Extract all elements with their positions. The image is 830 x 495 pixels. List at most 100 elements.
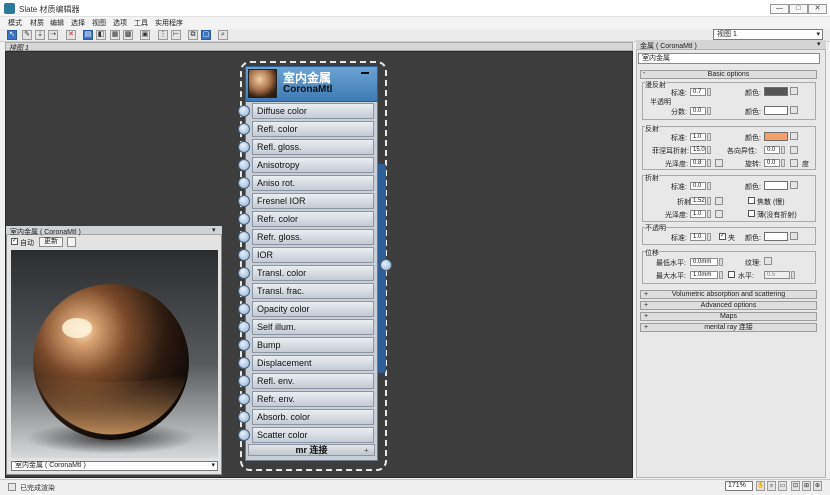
input-port[interactable] xyxy=(238,195,250,207)
menu-tools[interactable]: 工具 xyxy=(134,18,148,28)
preview-material-select[interactable]: 室内金属 ( CoronaMtl ) ▾ xyxy=(11,461,218,471)
diffuse-color-swatch[interactable] xyxy=(764,87,788,96)
fresnel-input[interactable]: 15.0 xyxy=(690,146,706,154)
spinner[interactable] xyxy=(707,159,711,167)
diffuse-level-input[interactable]: 0.7 xyxy=(690,88,706,96)
show-map-icon[interactable]: ▦ xyxy=(110,30,120,40)
slot-diffuse-color[interactable]: Diffuse color xyxy=(252,103,374,119)
hide-unused-icon[interactable]: ◧ xyxy=(96,30,106,40)
max-level-input[interactable]: 1.0mm xyxy=(690,271,718,279)
rotation-input[interactable]: 0.0 xyxy=(764,159,780,167)
rollout-maps[interactable]: + Maps xyxy=(640,312,817,321)
spinner[interactable] xyxy=(707,133,711,141)
slot-refr-color[interactable]: Refr. color xyxy=(252,211,374,227)
opacity-level-input[interactable]: 1.0 xyxy=(690,233,706,241)
search-icon[interactable]: ⌕ xyxy=(218,30,228,40)
zoom-extents-icon[interactable]: ⊡ xyxy=(791,481,800,491)
translucency-color-swatch[interactable] xyxy=(764,106,788,115)
map-button[interactable] xyxy=(715,197,723,205)
input-port[interactable] xyxy=(238,375,250,387)
zoom-icon[interactable]: ⌕ xyxy=(767,481,776,491)
input-port[interactable] xyxy=(238,213,250,225)
slot-refl-gloss[interactable]: Refl. gloss. xyxy=(252,139,374,155)
spinner[interactable] xyxy=(791,271,795,279)
fraction-input[interactable]: 0.0 xyxy=(690,107,706,115)
move-children-icon[interactable]: ▤ xyxy=(83,30,93,40)
ior-input[interactable]: 1.52 xyxy=(690,197,706,205)
input-port[interactable] xyxy=(238,393,250,405)
update-button[interactable]: 更新 xyxy=(39,237,63,247)
refl-color-swatch[interactable] xyxy=(764,132,788,141)
panel-close-icon[interactable]: ▾ xyxy=(817,40,821,48)
input-port[interactable] xyxy=(238,429,250,441)
input-port[interactable] xyxy=(238,285,250,297)
input-port[interactable] xyxy=(238,267,250,279)
show-background-icon[interactable]: ▩ xyxy=(123,30,133,40)
spinner[interactable] xyxy=(707,107,711,115)
caustics-checkbox[interactable] xyxy=(748,197,755,204)
preview-close-icon[interactable]: ▾ xyxy=(212,226,216,234)
pick-material-icon[interactable]: ✎ xyxy=(22,30,32,40)
rollout-mental-ray[interactable]: + mental ray 连接 xyxy=(640,323,817,332)
delete-icon[interactable]: ✕ xyxy=(66,30,76,40)
map-button[interactable] xyxy=(790,87,798,95)
map-button[interactable] xyxy=(790,181,798,189)
input-port[interactable] xyxy=(238,141,250,153)
slot-absorb-color[interactable]: Absorb. color xyxy=(252,409,374,425)
layout-icon[interactable]: ▣ xyxy=(140,30,150,40)
pan-icon[interactable]: ✋ xyxy=(756,481,765,491)
pan-to-selected-icon[interactable]: ⊕ xyxy=(813,481,822,491)
spinner[interactable] xyxy=(707,182,711,190)
menu-material[interactable]: 材质 xyxy=(30,18,44,28)
clip-checkbox[interactable]: ✓ xyxy=(719,233,726,240)
close-button[interactable]: ✕ xyxy=(808,4,827,14)
map-button[interactable] xyxy=(790,146,798,154)
map-button[interactable] xyxy=(764,257,772,265)
basic-options-rollout[interactable]: Basic options xyxy=(640,70,817,79)
expand-icon[interactable]: + xyxy=(364,446,369,455)
thin-checkbox[interactable] xyxy=(748,210,755,217)
spinner[interactable] xyxy=(707,146,711,154)
menu-select[interactable]: 选择 xyxy=(71,18,85,28)
select-tool-icon[interactable]: ↖ xyxy=(7,30,17,40)
rollout-volumetric[interactable]: + Volumetric absorption and scattering xyxy=(640,290,817,299)
aniso-input[interactable]: 0.0 xyxy=(764,146,780,154)
slot-opacity-color[interactable]: Opacity color xyxy=(252,301,374,317)
input-port[interactable] xyxy=(238,303,250,315)
spinner[interactable] xyxy=(781,146,785,154)
input-port[interactable] xyxy=(238,123,250,135)
input-port[interactable] xyxy=(238,159,250,171)
min-level-input[interactable]: 0.0mm xyxy=(690,258,718,266)
slot-transl-frac[interactable]: Transl. frac. xyxy=(252,283,374,299)
rollout-advanced[interactable]: + Advanced options xyxy=(640,301,817,310)
input-port[interactable] xyxy=(238,321,250,333)
water-level-input[interactable]: 0.5 xyxy=(764,271,790,279)
map-button[interactable] xyxy=(790,159,798,167)
collapse-icon[interactable] xyxy=(361,72,369,74)
menu-view[interactable]: 视图 xyxy=(92,18,106,28)
input-port[interactable] xyxy=(238,339,250,351)
menu-options[interactable]: 选项 xyxy=(113,18,127,28)
menu-edit[interactable]: 编辑 xyxy=(50,18,64,28)
menu-utilities[interactable]: 实用程序 xyxy=(155,18,183,28)
refr-color-swatch[interactable] xyxy=(764,181,788,190)
collapse-icon[interactable]: - xyxy=(643,70,645,77)
refl-level-input[interactable]: 1.0 xyxy=(690,133,706,141)
refr-level-input[interactable]: 0.0 xyxy=(690,182,706,190)
layout-vertical-icon[interactable]: ⋮ xyxy=(158,30,168,40)
auto-checkbox[interactable]: ✓ xyxy=(11,238,18,245)
parameter-editor-icon[interactable]: ▢ xyxy=(201,30,211,40)
spinner[interactable] xyxy=(707,233,711,241)
water-checkbox[interactable] xyxy=(728,271,735,278)
preview-options-button[interactable] xyxy=(67,237,76,247)
view-dropdown[interactable]: 视图 1 ▾ xyxy=(713,29,823,40)
maximize-button[interactable]: □ xyxy=(789,4,808,14)
slot-ior[interactable]: IOR xyxy=(252,247,374,263)
zoom-field[interactable]: 171% xyxy=(725,481,753,491)
slot-self-illum[interactable]: Self illum. xyxy=(252,319,374,335)
put-to-scene-icon[interactable]: ⇣ xyxy=(35,30,45,40)
slot-refl-color[interactable]: Refl. color xyxy=(252,121,374,137)
refr-gloss-input[interactable]: 1.0 xyxy=(690,210,706,218)
spinner[interactable] xyxy=(707,88,711,96)
navigator-icon[interactable]: ⧉ xyxy=(188,30,198,40)
